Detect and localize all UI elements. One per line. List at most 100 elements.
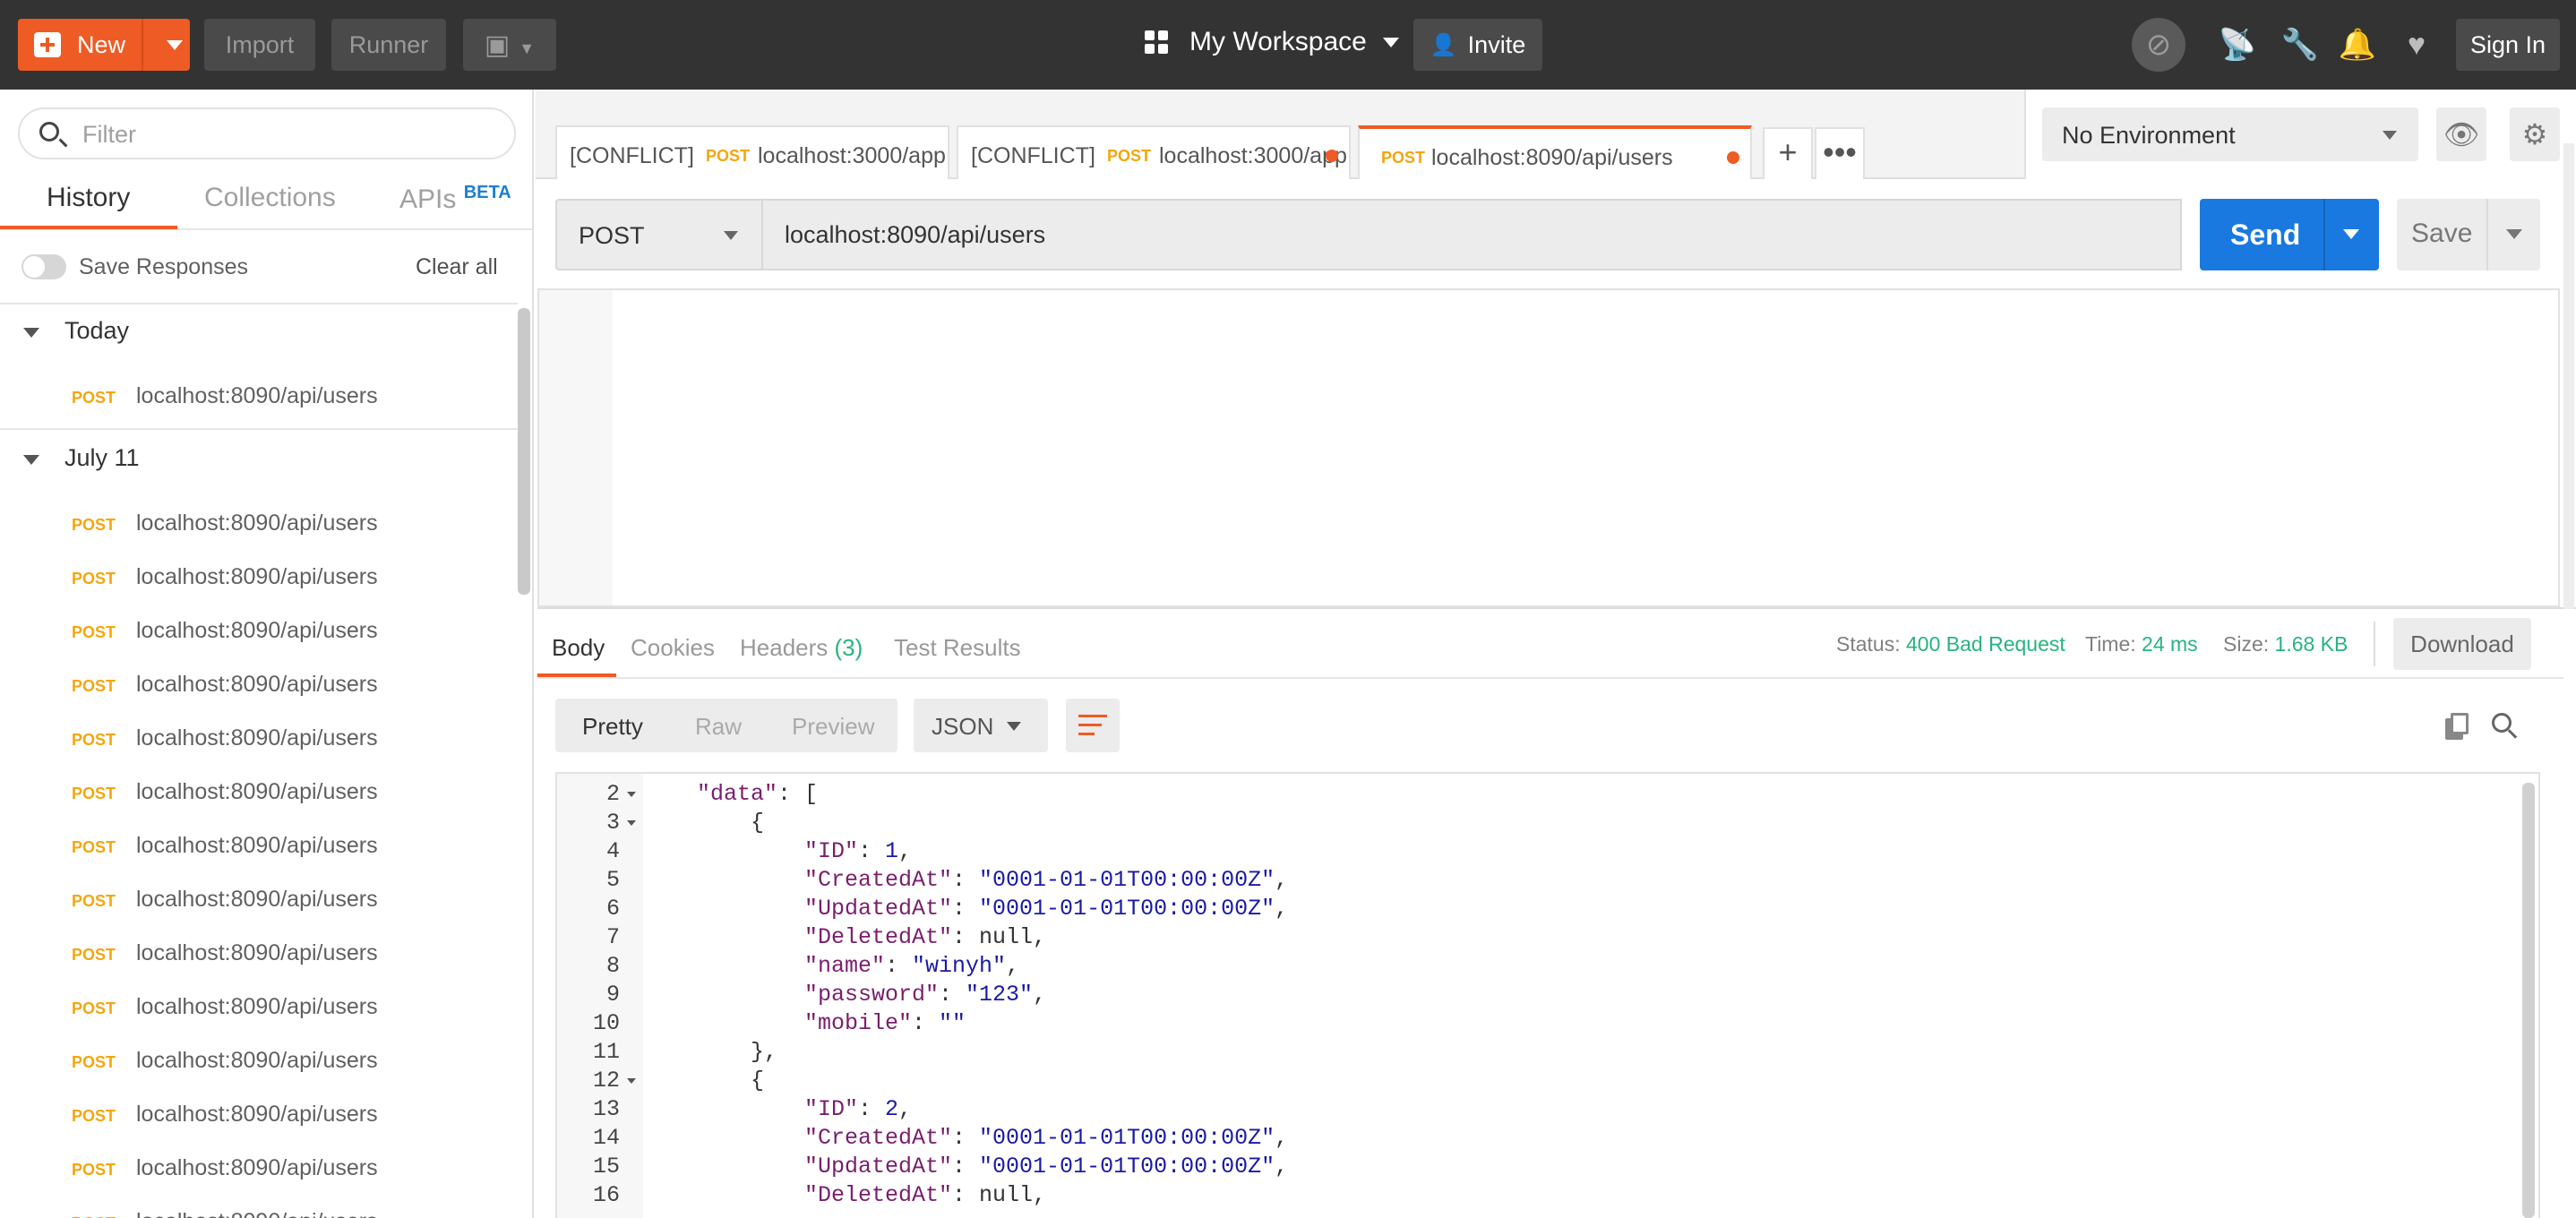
conflict-label: [CONFLICT] bbox=[971, 143, 1095, 168]
filter-input[interactable] bbox=[82, 120, 503, 149]
sync-off-icon[interactable]: ⊘ bbox=[2132, 18, 2185, 72]
tab-history[interactable]: History bbox=[47, 183, 130, 213]
main-scrollbar[interactable] bbox=[2563, 143, 2574, 609]
pane-resizer[interactable] bbox=[537, 607, 2576, 609]
satellite-icon[interactable]: 📡 bbox=[2218, 25, 2257, 64]
workspace-selector[interactable]: My Workspace bbox=[1145, 27, 1399, 57]
view-raw-button[interactable]: Raw bbox=[695, 713, 742, 741]
clear-all-button[interactable]: Clear all bbox=[416, 254, 498, 280]
new-button[interactable]: New bbox=[18, 19, 190, 71]
manage-environments-button[interactable]: ⚙ bbox=[2510, 107, 2560, 161]
wrench-icon[interactable]: 🔧 bbox=[2280, 25, 2320, 64]
filter-field[interactable] bbox=[18, 107, 516, 159]
import-button[interactable]: Import bbox=[204, 19, 315, 71]
code-token: "0001-01-01T00:00:00Z" bbox=[979, 867, 1275, 893]
chevron-down-icon[interactable] bbox=[2343, 229, 2359, 239]
tab-test-results[interactable]: Test Results bbox=[894, 634, 1021, 662]
tab-response-body[interactable]: Body bbox=[552, 634, 605, 662]
history-item[interactable]: POST localhost:8090/api/users bbox=[0, 1087, 518, 1141]
history-item[interactable]: POST localhost:8090/api/users bbox=[0, 496, 518, 550]
history-url: localhost:8090/api/users bbox=[136, 1209, 378, 1218]
save-label: Save bbox=[2411, 219, 2473, 248]
tab-collections[interactable]: Collections bbox=[204, 183, 336, 213]
code-scrollbar[interactable] bbox=[2522, 783, 2535, 1218]
code-text: "name": "winyh", bbox=[804, 953, 1019, 979]
save-button[interactable]: Save bbox=[2397, 199, 2540, 270]
download-button[interactable]: Download bbox=[2393, 618, 2531, 670]
code-token: "123" bbox=[966, 982, 1034, 1008]
request-body-editor[interactable] bbox=[537, 288, 2560, 607]
url-input[interactable] bbox=[763, 199, 2182, 270]
code-token: 2 bbox=[885, 1096, 899, 1122]
history-item[interactable]: POST localhost:8090/api/users bbox=[0, 926, 518, 980]
history-item[interactable]: POST localhost:8090/api/users bbox=[0, 657, 518, 711]
history-item[interactable]: POST localhost:8090/api/users bbox=[0, 1141, 518, 1195]
request-tab[interactable]: [CONFLICT] POST localhost:3000/app bbox=[555, 125, 949, 179]
more-tabs-button[interactable]: ••• bbox=[1815, 127, 1865, 179]
wrap-lines-button[interactable] bbox=[1066, 699, 1120, 752]
tab-apis[interactable]: APIs BETA bbox=[399, 183, 511, 215]
request-tab-active[interactable]: POST localhost:8090/api/users bbox=[1358, 125, 1752, 179]
collapse-caret-icon[interactable] bbox=[23, 328, 39, 338]
sidebar-scrollbar[interactable] bbox=[518, 308, 530, 595]
history-item[interactable]: POST localhost:8090/api/users bbox=[0, 980, 518, 1034]
code-text: "DeletedAt": null, bbox=[804, 924, 1046, 950]
code-token: 1 bbox=[885, 838, 899, 864]
code-token: "ID" bbox=[804, 838, 859, 864]
save-responses-toggle[interactable] bbox=[21, 254, 66, 279]
chevron-down-icon[interactable] bbox=[2506, 229, 2522, 239]
save-responses-label: Save Responses bbox=[79, 254, 249, 279]
fold-caret-icon[interactable] bbox=[627, 1078, 636, 1084]
code-token: { bbox=[751, 810, 765, 836]
history-url: localhost:8090/api/users bbox=[136, 994, 378, 1019]
history-item[interactable]: POST localhost:8090/api/users bbox=[0, 711, 518, 765]
add-tab-button[interactable]: + bbox=[1763, 127, 1813, 179]
method-value: POST bbox=[579, 222, 645, 249]
environment-select[interactable]: No Environment bbox=[2042, 107, 2418, 161]
format-select[interactable]: JSON bbox=[914, 699, 1048, 752]
code-text: "password": "123", bbox=[804, 982, 1046, 1008]
history-item[interactable]: POST localhost:8090/api/users bbox=[0, 550, 518, 604]
history-item[interactable]: POST localhost:8090/api/users bbox=[0, 819, 518, 872]
history-item[interactable]: POST localhost:8090/api/users bbox=[0, 1195, 518, 1218]
fold-caret-icon[interactable] bbox=[627, 820, 636, 826]
chevron-down-icon bbox=[1382, 37, 1399, 47]
runner-button[interactable]: Runner bbox=[331, 19, 446, 71]
invite-label: Invite bbox=[1467, 30, 1526, 58]
view-pretty-button[interactable]: Pretty bbox=[582, 713, 643, 741]
method-select[interactable]: POST bbox=[555, 199, 763, 270]
history-item[interactable]: POST localhost:8090/api/users bbox=[0, 369, 518, 423]
history-item[interactable]: POST localhost:8090/api/users bbox=[0, 1034, 518, 1087]
copy-icon[interactable] bbox=[2445, 713, 2470, 740]
line-number: 7 bbox=[605, 924, 620, 950]
invite-button[interactable]: 👤 Invite bbox=[1413, 19, 1542, 71]
chevron-down-icon bbox=[2383, 131, 2397, 140]
format-value: JSON bbox=[932, 713, 994, 740]
view-preview-button[interactable]: Preview bbox=[792, 713, 874, 741]
code-token: : bbox=[912, 1010, 940, 1036]
send-button[interactable]: Send bbox=[2200, 199, 2379, 270]
collapse-caret-icon[interactable] bbox=[23, 455, 39, 465]
history-item[interactable]: POST localhost:8090/api/users bbox=[0, 872, 518, 926]
save-split-divider bbox=[2486, 199, 2488, 270]
history-group-today[interactable]: Today bbox=[64, 317, 129, 345]
method-badge: POST bbox=[72, 731, 116, 749]
heart-icon[interactable]: ♥ bbox=[2397, 25, 2436, 64]
line-number: 16 bbox=[592, 1182, 620, 1208]
method-badge: POST bbox=[72, 389, 116, 407]
tab-response-cookies[interactable]: Cookies bbox=[631, 634, 715, 662]
tab-response-headers[interactable]: Headers (3) bbox=[740, 634, 863, 662]
request-tab[interactable]: [CONFLICT] POST localhost:3000/app bbox=[957, 125, 1351, 179]
code-text: "CreatedAt": "0001-01-01T00:00:00Z", bbox=[804, 1125, 1288, 1151]
history-group-july-11[interactable]: July 11 bbox=[64, 444, 140, 472]
method-badge: POST bbox=[1107, 147, 1152, 165]
new-window-button[interactable]: ▣ ▼ bbox=[463, 19, 556, 71]
chevron-down-icon[interactable] bbox=[167, 40, 183, 50]
history-item[interactable]: POST localhost:8090/api/users bbox=[0, 765, 518, 819]
search-icon[interactable] bbox=[2492, 713, 2519, 740]
sign-in-button[interactable]: Sign In bbox=[2456, 19, 2560, 71]
history-item[interactable]: POST localhost:8090/api/users bbox=[0, 604, 518, 657]
environment-quick-look-button[interactable]: 👁 bbox=[2436, 107, 2486, 161]
bell-icon[interactable]: 🔔 bbox=[2338, 25, 2377, 64]
fold-caret-icon[interactable] bbox=[627, 792, 636, 797]
